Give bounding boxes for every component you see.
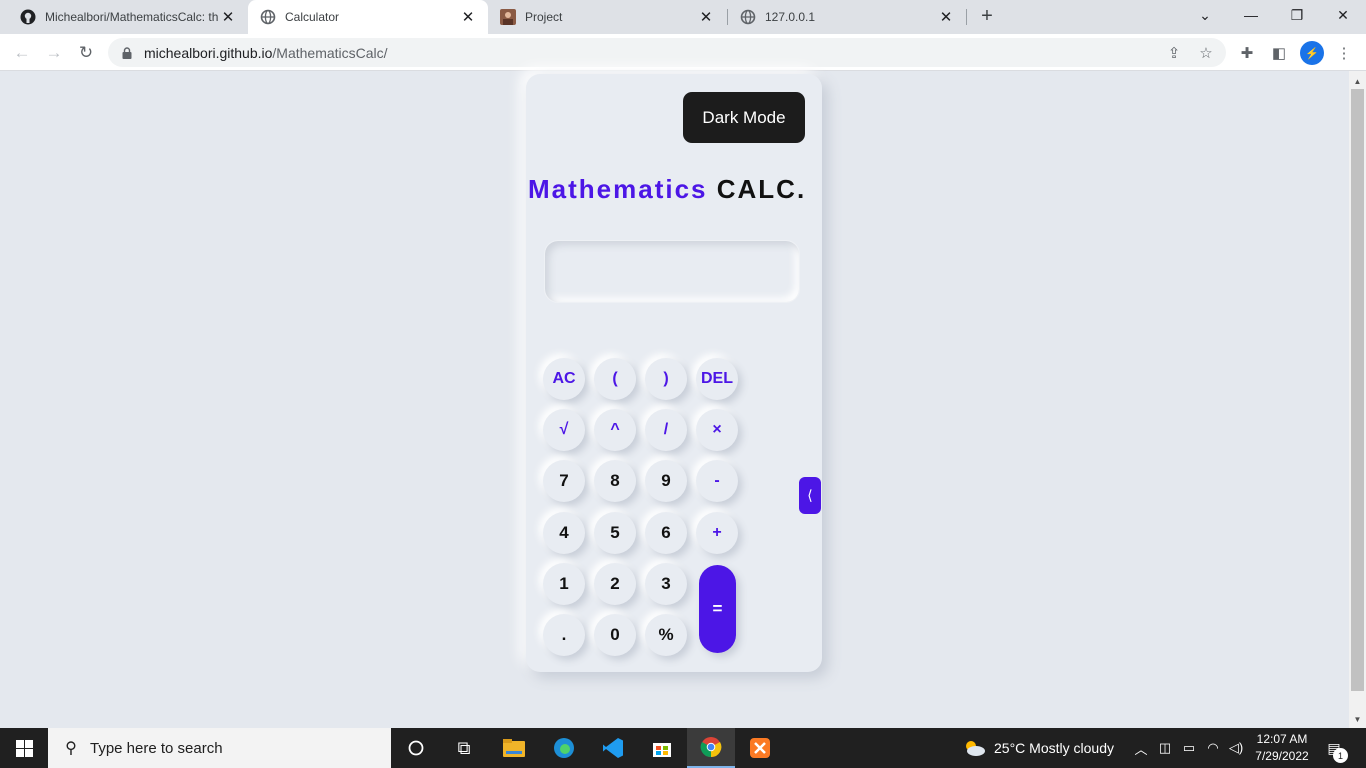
tab-title: 127.0.0.1 xyxy=(765,10,816,24)
key-plus[interactable]: + xyxy=(696,512,738,554)
tab-calculator[interactable]: Calculator ✕ xyxy=(248,0,488,34)
key-2[interactable]: 2 xyxy=(594,563,636,605)
windows-start-icon[interactable] xyxy=(0,728,48,768)
bookmark-star-icon[interactable]: ☆ xyxy=(1196,43,1216,63)
scrollbar-thumb[interactable] xyxy=(1351,89,1364,691)
key-close-paren[interactable]: ) xyxy=(645,358,687,400)
notification-count-badge: 1 xyxy=(1333,748,1348,763)
tab-search-icon[interactable]: ⌄ xyxy=(1182,0,1228,30)
weather-text[interactable]: 25°C Mostly cloudy xyxy=(994,728,1114,768)
share-icon[interactable]: ⇪ xyxy=(1164,43,1184,63)
key-power[interactable]: ^ xyxy=(594,409,636,451)
close-tab-icon[interactable]: ✕ xyxy=(460,9,476,26)
key-percent[interactable]: % xyxy=(645,614,687,656)
image-favicon xyxy=(500,9,516,25)
key-decimal[interactable]: . xyxy=(543,614,585,656)
profile-avatar[interactable]: ⚡ xyxy=(1300,41,1324,65)
reload-icon[interactable]: ↻ xyxy=(72,39,100,67)
key-4[interactable]: 4 xyxy=(543,512,585,554)
side-panel-icon[interactable]: ◧ xyxy=(1268,42,1290,64)
task-view-icon[interactable]: ⧉ xyxy=(440,728,488,768)
tab-title: Project xyxy=(525,10,563,24)
key-equals[interactable]: = xyxy=(699,565,736,653)
scroll-up-icon[interactable]: ▲ xyxy=(1349,73,1366,89)
clock-time: 12:07 AM xyxy=(1256,732,1308,746)
extensions-icon[interactable]: ✚ xyxy=(1236,42,1258,64)
cortana-icon[interactable] xyxy=(392,728,440,768)
key-minus[interactable]: - xyxy=(696,460,738,502)
tab-project[interactable]: Project ✕ xyxy=(488,0,726,34)
key-0[interactable]: 0 xyxy=(594,614,636,656)
windows-taskbar: ⚲ Type here to search ⧉ 25°C Mostly clou… xyxy=(0,728,1366,768)
close-window-icon[interactable]: ✕ xyxy=(1320,0,1366,30)
calculator-display[interactable] xyxy=(544,240,800,303)
store-icon[interactable] xyxy=(638,728,686,768)
lock-icon xyxy=(120,46,134,60)
scroll-down-icon[interactable]: ▼ xyxy=(1349,711,1366,727)
vscode-icon[interactable] xyxy=(589,728,637,768)
key-multiply[interactable]: × xyxy=(696,409,738,451)
tab-strip: Michealbori/MathematicsCalc: th ✕ Calcul… xyxy=(0,0,1366,34)
battery-icon[interactable]: ▭ xyxy=(1180,738,1198,758)
key-ac[interactable]: AC xyxy=(543,358,585,400)
tab-title: Michealbori/MathematicsCalc: th xyxy=(45,10,219,24)
calculator-card: Dark Mode Mathematics CALC. AC ( ) DEL √… xyxy=(526,74,822,672)
menu-icon[interactable]: ⋮ xyxy=(1333,42,1355,64)
minimize-icon[interactable]: — xyxy=(1228,0,1274,30)
volume-icon[interactable]: ◁) xyxy=(1227,738,1245,758)
chevron-up-icon[interactable]: ︿ xyxy=(1132,738,1150,758)
back-icon[interactable]: ← xyxy=(8,39,36,67)
key-open-paren[interactable]: ( xyxy=(594,358,636,400)
key-divide[interactable]: / xyxy=(645,409,687,451)
key-7[interactable]: 7 xyxy=(543,460,585,502)
tab-title: Calculator xyxy=(285,10,340,24)
browser-toolbar: ← → ↻ michealbori.github.io /Mathematics… xyxy=(0,34,1366,71)
key-9[interactable]: 9 xyxy=(645,460,687,502)
key-8[interactable]: 8 xyxy=(594,460,636,502)
close-tab-icon[interactable]: ✕ xyxy=(938,9,954,26)
new-tab-icon[interactable]: + xyxy=(976,5,998,27)
tab-localhost[interactable]: 127.0.0.1 ✕ xyxy=(728,0,966,34)
search-icon: ⚲ xyxy=(65,740,77,757)
meet-now-icon[interactable]: ◫ xyxy=(1156,738,1174,758)
tab-github[interactable]: Michealbori/MathematicsCalc: th ✕ xyxy=(8,0,248,34)
file-explorer-icon[interactable] xyxy=(490,728,538,768)
dark-mode-button[interactable]: Dark Mode xyxy=(683,92,805,143)
weather-cloudy-icon xyxy=(962,738,986,758)
restore-icon[interactable]: ❐ xyxy=(1274,0,1320,30)
globe-icon xyxy=(740,9,756,25)
forward-icon[interactable]: → xyxy=(40,39,68,67)
title-mathematics: Mathematics xyxy=(528,174,708,204)
tab-divider xyxy=(966,9,967,25)
key-3[interactable]: 3 xyxy=(645,563,687,605)
xampp-icon[interactable] xyxy=(736,728,784,768)
taskbar-clock[interactable]: 12:07 AM 7/29/2022 xyxy=(1244,731,1320,765)
search-placeholder: Type here to search xyxy=(90,739,223,757)
clock-date: 7/29/2022 xyxy=(1255,749,1309,763)
page-scrollbar[interactable]: ▲ ▼ xyxy=(1349,71,1366,728)
wifi-icon[interactable]: ◠ xyxy=(1204,738,1222,758)
calculator-title: Mathematics CALC. xyxy=(528,174,822,205)
key-5[interactable]: 5 xyxy=(594,512,636,554)
key-1[interactable]: 1 xyxy=(543,563,585,605)
key-6[interactable]: 6 xyxy=(645,512,687,554)
edge-icon[interactable] xyxy=(540,728,588,768)
github-icon xyxy=(20,9,36,25)
url-path: /MathematicsCalc/ xyxy=(272,44,388,61)
close-tab-icon[interactable]: ✕ xyxy=(220,9,236,26)
globe-icon xyxy=(260,9,276,25)
key-sqrt[interactable]: √ xyxy=(543,409,585,451)
address-bar[interactable]: michealbori.github.io /MathematicsCalc/ … xyxy=(108,38,1226,67)
url-host: michealbori.github.io xyxy=(144,44,273,61)
title-calc: CALC. xyxy=(716,174,807,204)
close-tab-icon[interactable]: ✕ xyxy=(698,9,714,26)
taskbar-search[interactable]: ⚲ Type here to search xyxy=(48,728,391,768)
key-delete[interactable]: DEL xyxy=(696,358,738,400)
history-toggle-button[interactable]: ⟨ xyxy=(799,477,821,514)
chrome-icon[interactable] xyxy=(687,728,735,768)
